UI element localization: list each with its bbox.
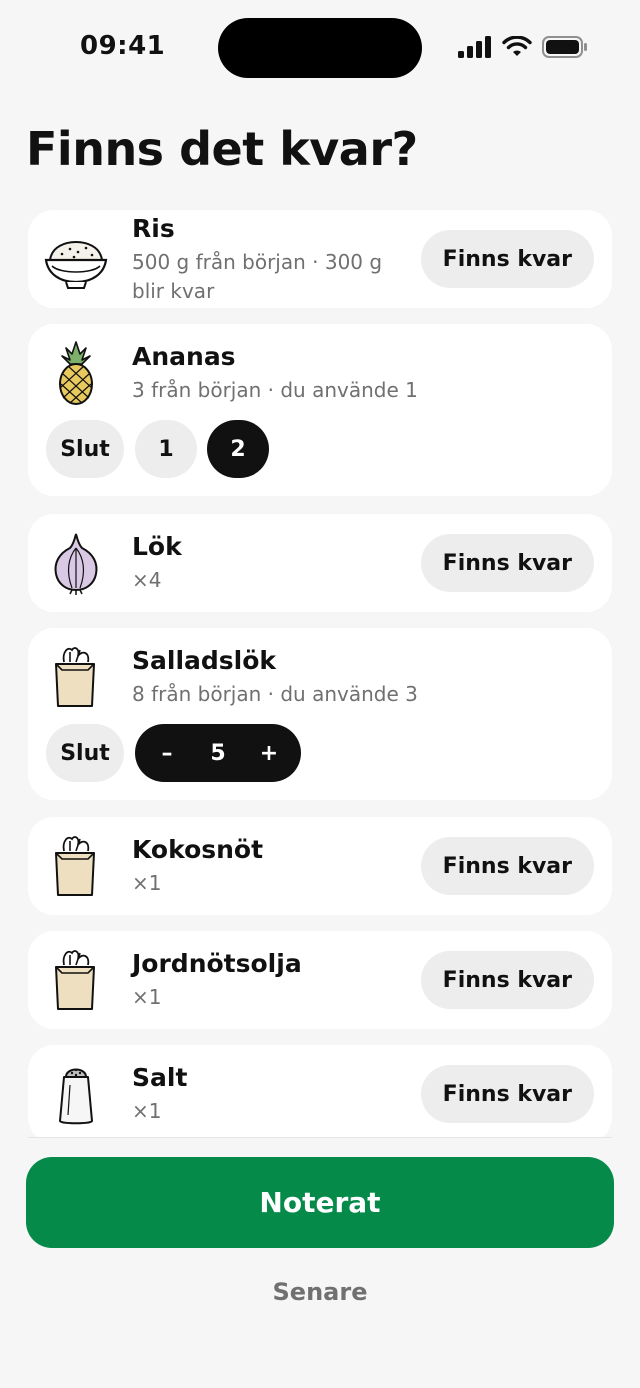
option-2-selected[interactable]: 2 bbox=[207, 420, 269, 478]
item-subtitle: 500 g från början · 300 g blir kvar bbox=[132, 250, 383, 303]
option-1[interactable]: 1 bbox=[135, 420, 197, 478]
item-subtitle: ×4 bbox=[132, 568, 162, 592]
leftover-list[interactable]: Ris 500 g från början · 300 g blir kvar … bbox=[28, 210, 612, 1138]
list-item-salt: Salt ×1 Finns kvar bbox=[28, 1045, 612, 1138]
wifi-icon bbox=[502, 36, 532, 56]
battery-icon bbox=[542, 36, 587, 58]
page-title: Finns det kvar? bbox=[26, 122, 418, 176]
item-subtitle: ×1 bbox=[132, 985, 162, 1009]
noterat-button[interactable]: Noterat bbox=[26, 1157, 614, 1248]
decrement-button[interactable]: – bbox=[135, 741, 199, 766]
finns-kvar-button[interactable]: Finns kvar bbox=[420, 1065, 594, 1123]
status-bar: 09:41 bbox=[0, 0, 640, 96]
finns-kvar-button[interactable]: Finns kvar bbox=[420, 837, 594, 895]
list-item-salladslok: Salladslök 8 från början · du använde 3 … bbox=[28, 628, 612, 800]
item-subtitle: 3 från början · du använde 1 bbox=[132, 378, 418, 402]
list-divider bbox=[28, 1137, 612, 1138]
item-name: Jordnötsolja bbox=[132, 949, 302, 978]
item-name: Lök bbox=[132, 532, 182, 561]
item-subtitle: ×1 bbox=[132, 1099, 162, 1123]
salt-shaker-icon bbox=[59, 1068, 93, 1125]
status-icons bbox=[458, 34, 588, 60]
list-item-jordnotsolja: Jordnötsolja ×1 Finns kvar bbox=[28, 931, 612, 1029]
quantity-stepper: – 5 + bbox=[135, 724, 301, 782]
rice-bowl-icon bbox=[44, 240, 108, 289]
list-item-lok: Lök ×4 Finns kvar bbox=[28, 514, 612, 612]
increment-button[interactable]: + bbox=[237, 741, 301, 766]
finns-kvar-button[interactable]: Finns kvar bbox=[420, 534, 594, 592]
list-item-kokosnot: Kokosnöt ×1 Finns kvar bbox=[28, 817, 612, 915]
dynamic-island bbox=[218, 18, 422, 78]
finns-kvar-button[interactable]: Finns kvar bbox=[420, 951, 594, 1009]
list-item-ris: Ris 500 g från början · 300 g blir kvar … bbox=[28, 210, 612, 308]
grocery-bag-icon bbox=[55, 647, 95, 707]
item-subtitle: ×1 bbox=[132, 871, 162, 895]
finns-kvar-button[interactable]: Finns kvar bbox=[420, 230, 594, 288]
item-name: Ananas bbox=[132, 342, 236, 371]
status-time: 09:41 bbox=[80, 31, 166, 61]
option-slut[interactable]: Slut bbox=[46, 724, 124, 782]
item-subtitle: 8 från början · du använde 3 bbox=[132, 682, 418, 706]
item-name: Kokosnöt bbox=[132, 835, 264, 864]
item-name: Salt bbox=[132, 1063, 188, 1092]
pineapple-icon bbox=[59, 341, 93, 405]
item-name: Ris bbox=[132, 214, 175, 243]
senare-button[interactable]: Senare bbox=[0, 1278, 640, 1306]
list-item-ananas: Ananas 3 från början · du använde 1 Slut… bbox=[28, 324, 612, 496]
grocery-bag-icon bbox=[55, 950, 95, 1010]
onion-icon bbox=[54, 533, 98, 595]
item-name: Salladslök bbox=[132, 646, 277, 675]
grocery-bag-icon bbox=[55, 836, 95, 896]
option-slut[interactable]: Slut bbox=[46, 420, 124, 478]
cellular-signal-icon bbox=[458, 36, 491, 58]
quantity-value: 5 bbox=[210, 740, 226, 766]
